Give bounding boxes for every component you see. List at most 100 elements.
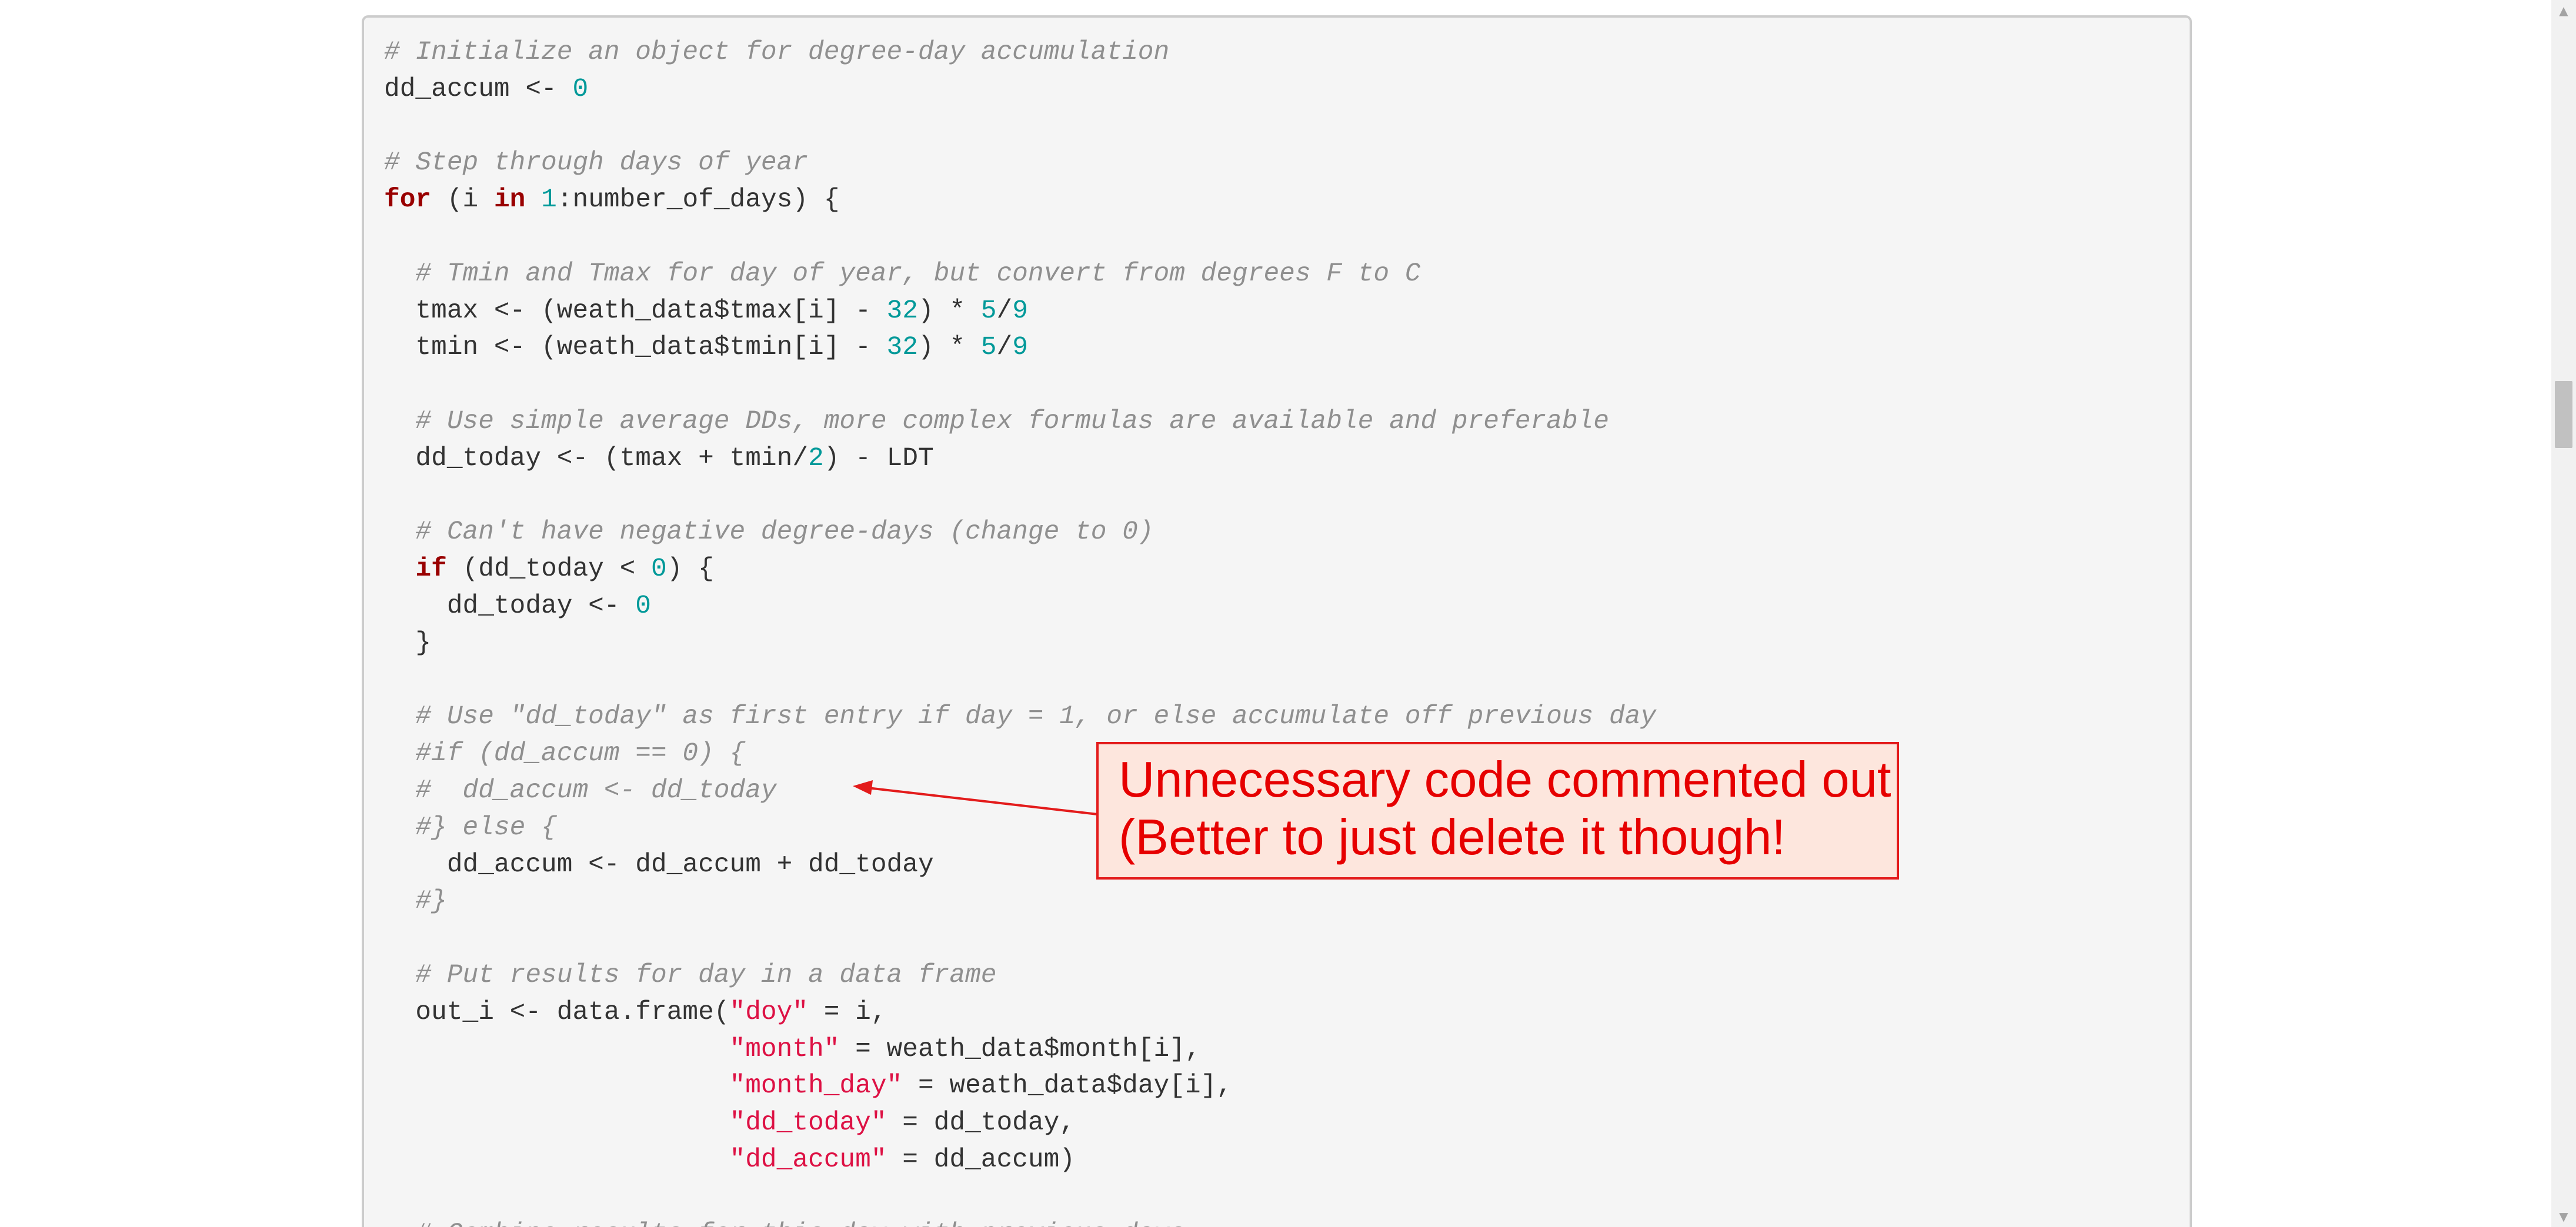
code-text: = weath_data$month[i], xyxy=(839,1034,1201,1064)
code-line: dd_accum <- 0 xyxy=(384,71,1656,108)
code-text: ) * xyxy=(917,296,981,326)
code-string: "month_day" xyxy=(729,1071,903,1101)
code-text: = weath_data$day[i], xyxy=(902,1071,1233,1101)
code-number: 32 xyxy=(886,333,918,363)
code-text: = dd_today, xyxy=(886,1108,1075,1138)
code-line: dd_today <- 0 xyxy=(384,588,1656,625)
code-comment: # Put results for day in a data frame xyxy=(384,960,997,990)
code-line: # Step through days of year xyxy=(384,145,1656,182)
code-block: # Initialize an object for degree-day ac… xyxy=(362,15,2192,1227)
page: # Initialize an object for degree-day ac… xyxy=(0,0,2576,1227)
code-line: dd_today <- (tmax + tmin/2) - LDT xyxy=(384,440,1656,477)
code-comment: # Combine results for this day with prev… xyxy=(384,1219,1185,1227)
code-text: } xyxy=(384,628,432,658)
code-line: # Use "dd_today" as first entry if day =… xyxy=(384,698,1656,735)
scroll-down-button[interactable]: ▼ xyxy=(2551,1206,2576,1227)
code-line: for (i in 1:number_of_days) { xyxy=(384,182,1656,219)
code-comment: # Step through days of year xyxy=(384,148,809,178)
code-line: # Can't have negative degree-days (chang… xyxy=(384,514,1656,551)
code-string: "month" xyxy=(729,1034,840,1064)
code-listing: # Initialize an object for degree-day ac… xyxy=(384,34,1656,1227)
code-keyword: in xyxy=(493,185,526,215)
code-comment: #if (dd_accum == 0) { xyxy=(384,739,746,769)
code-number: 9 xyxy=(1012,333,1028,363)
code-line: # Combine results for this day with prev… xyxy=(384,1216,1656,1227)
code-number: 5 xyxy=(980,296,997,326)
code-number: 0 xyxy=(651,554,667,584)
code-text: dd_today <- (tmax + tmin/ xyxy=(384,443,809,473)
scroll-thumb[interactable] xyxy=(2555,381,2572,448)
code-text: tmax <- (weath_data$tmax[i] - xyxy=(384,296,887,326)
code-comment: # Can't have negative degree-days (chang… xyxy=(384,517,1154,547)
code-line: # Use simple average DDs, more complex f… xyxy=(384,403,1656,440)
code-text: dd_today <- xyxy=(384,591,636,621)
code-comment: # Initialize an object for degree-day ac… xyxy=(384,38,1170,67)
callout-box: Unnecessary code commented out (Better t… xyxy=(1096,742,1899,880)
code-text: ) { xyxy=(666,554,714,584)
code-number: 2 xyxy=(808,443,824,473)
code-line: tmax <- (weath_data$tmax[i] - 32) * 5/9 xyxy=(384,293,1656,330)
triangle-down-icon: ▼ xyxy=(2559,1209,2568,1223)
code-line: if (dd_today < 0) { xyxy=(384,551,1656,588)
code-text: ) * xyxy=(917,333,981,363)
code-number: 9 xyxy=(1012,296,1028,326)
code-text: / xyxy=(996,333,1013,363)
code-comment: #} xyxy=(384,887,447,917)
code-line: #} xyxy=(384,883,1656,920)
code-text: tmin <- (weath_data$tmin[i] - xyxy=(384,333,887,363)
code-keyword: for xyxy=(384,185,432,215)
code-text: :number_of_days) { xyxy=(556,185,840,215)
code-number: 0 xyxy=(635,591,651,621)
code-line: "month" = weath_data$month[i], xyxy=(384,1031,1656,1068)
code-line: # Tmin and Tmax for day of year, but con… xyxy=(384,256,1656,293)
code-text: (dd_today < xyxy=(446,554,652,584)
code-text: / xyxy=(996,296,1013,326)
code-comment: #} else { xyxy=(384,813,557,842)
code-text: (i xyxy=(431,185,494,215)
code-comment: # dd_accum <- dd_today xyxy=(384,775,777,805)
code-string: "doy" xyxy=(729,997,809,1027)
code-number: 5 xyxy=(980,333,997,363)
triangle-up-icon: ▲ xyxy=(2559,4,2568,18)
code-line: out_i <- data.frame("doy" = i, xyxy=(384,994,1656,1031)
code-text: = dd_accum) xyxy=(886,1145,1075,1175)
code-string: "dd_accum" xyxy=(729,1145,887,1175)
code-number: 32 xyxy=(886,296,918,326)
code-comment: # Tmin and Tmax for day of year, but con… xyxy=(384,259,1421,289)
callout-line-2: (Better to just delete it though! xyxy=(1119,810,1786,865)
code-text: out_i <- data.frame( xyxy=(384,997,730,1027)
code-line: "month_day" = weath_data$day[i], xyxy=(384,1068,1656,1105)
code-text: dd_accum <- dd_accum + dd_today xyxy=(384,850,934,880)
vertical-scrollbar[interactable]: ▲ ▼ xyxy=(2551,0,2576,1227)
code-line: tmin <- (weath_data$tmin[i] - 32) * 5/9 xyxy=(384,329,1656,366)
code-comment: # Use "dd_today" as first entry if day =… xyxy=(384,702,1657,732)
code-number: 1 xyxy=(541,185,557,215)
callout-line-1: Unnecessary code commented out xyxy=(1119,752,1891,808)
code-line: # Initialize an object for degree-day ac… xyxy=(384,34,1656,71)
code-number: 0 xyxy=(572,74,589,104)
code-line: "dd_accum" = dd_accum) xyxy=(384,1142,1656,1179)
code-text: = i, xyxy=(808,997,887,1027)
code-comment: # Use simple average DDs, more complex f… xyxy=(384,406,1609,436)
code-string: "dd_today" xyxy=(729,1108,887,1138)
code-text: dd_accum <- xyxy=(384,74,573,104)
scroll-up-button[interactable]: ▲ xyxy=(2551,0,2576,21)
code-line: "dd_today" = dd_today, xyxy=(384,1105,1656,1142)
code-line: # Put results for day in a data frame xyxy=(384,957,1656,994)
code-keyword: if xyxy=(415,554,447,584)
code-line: } xyxy=(384,625,1656,662)
code-text: ) - LDT xyxy=(823,443,934,473)
